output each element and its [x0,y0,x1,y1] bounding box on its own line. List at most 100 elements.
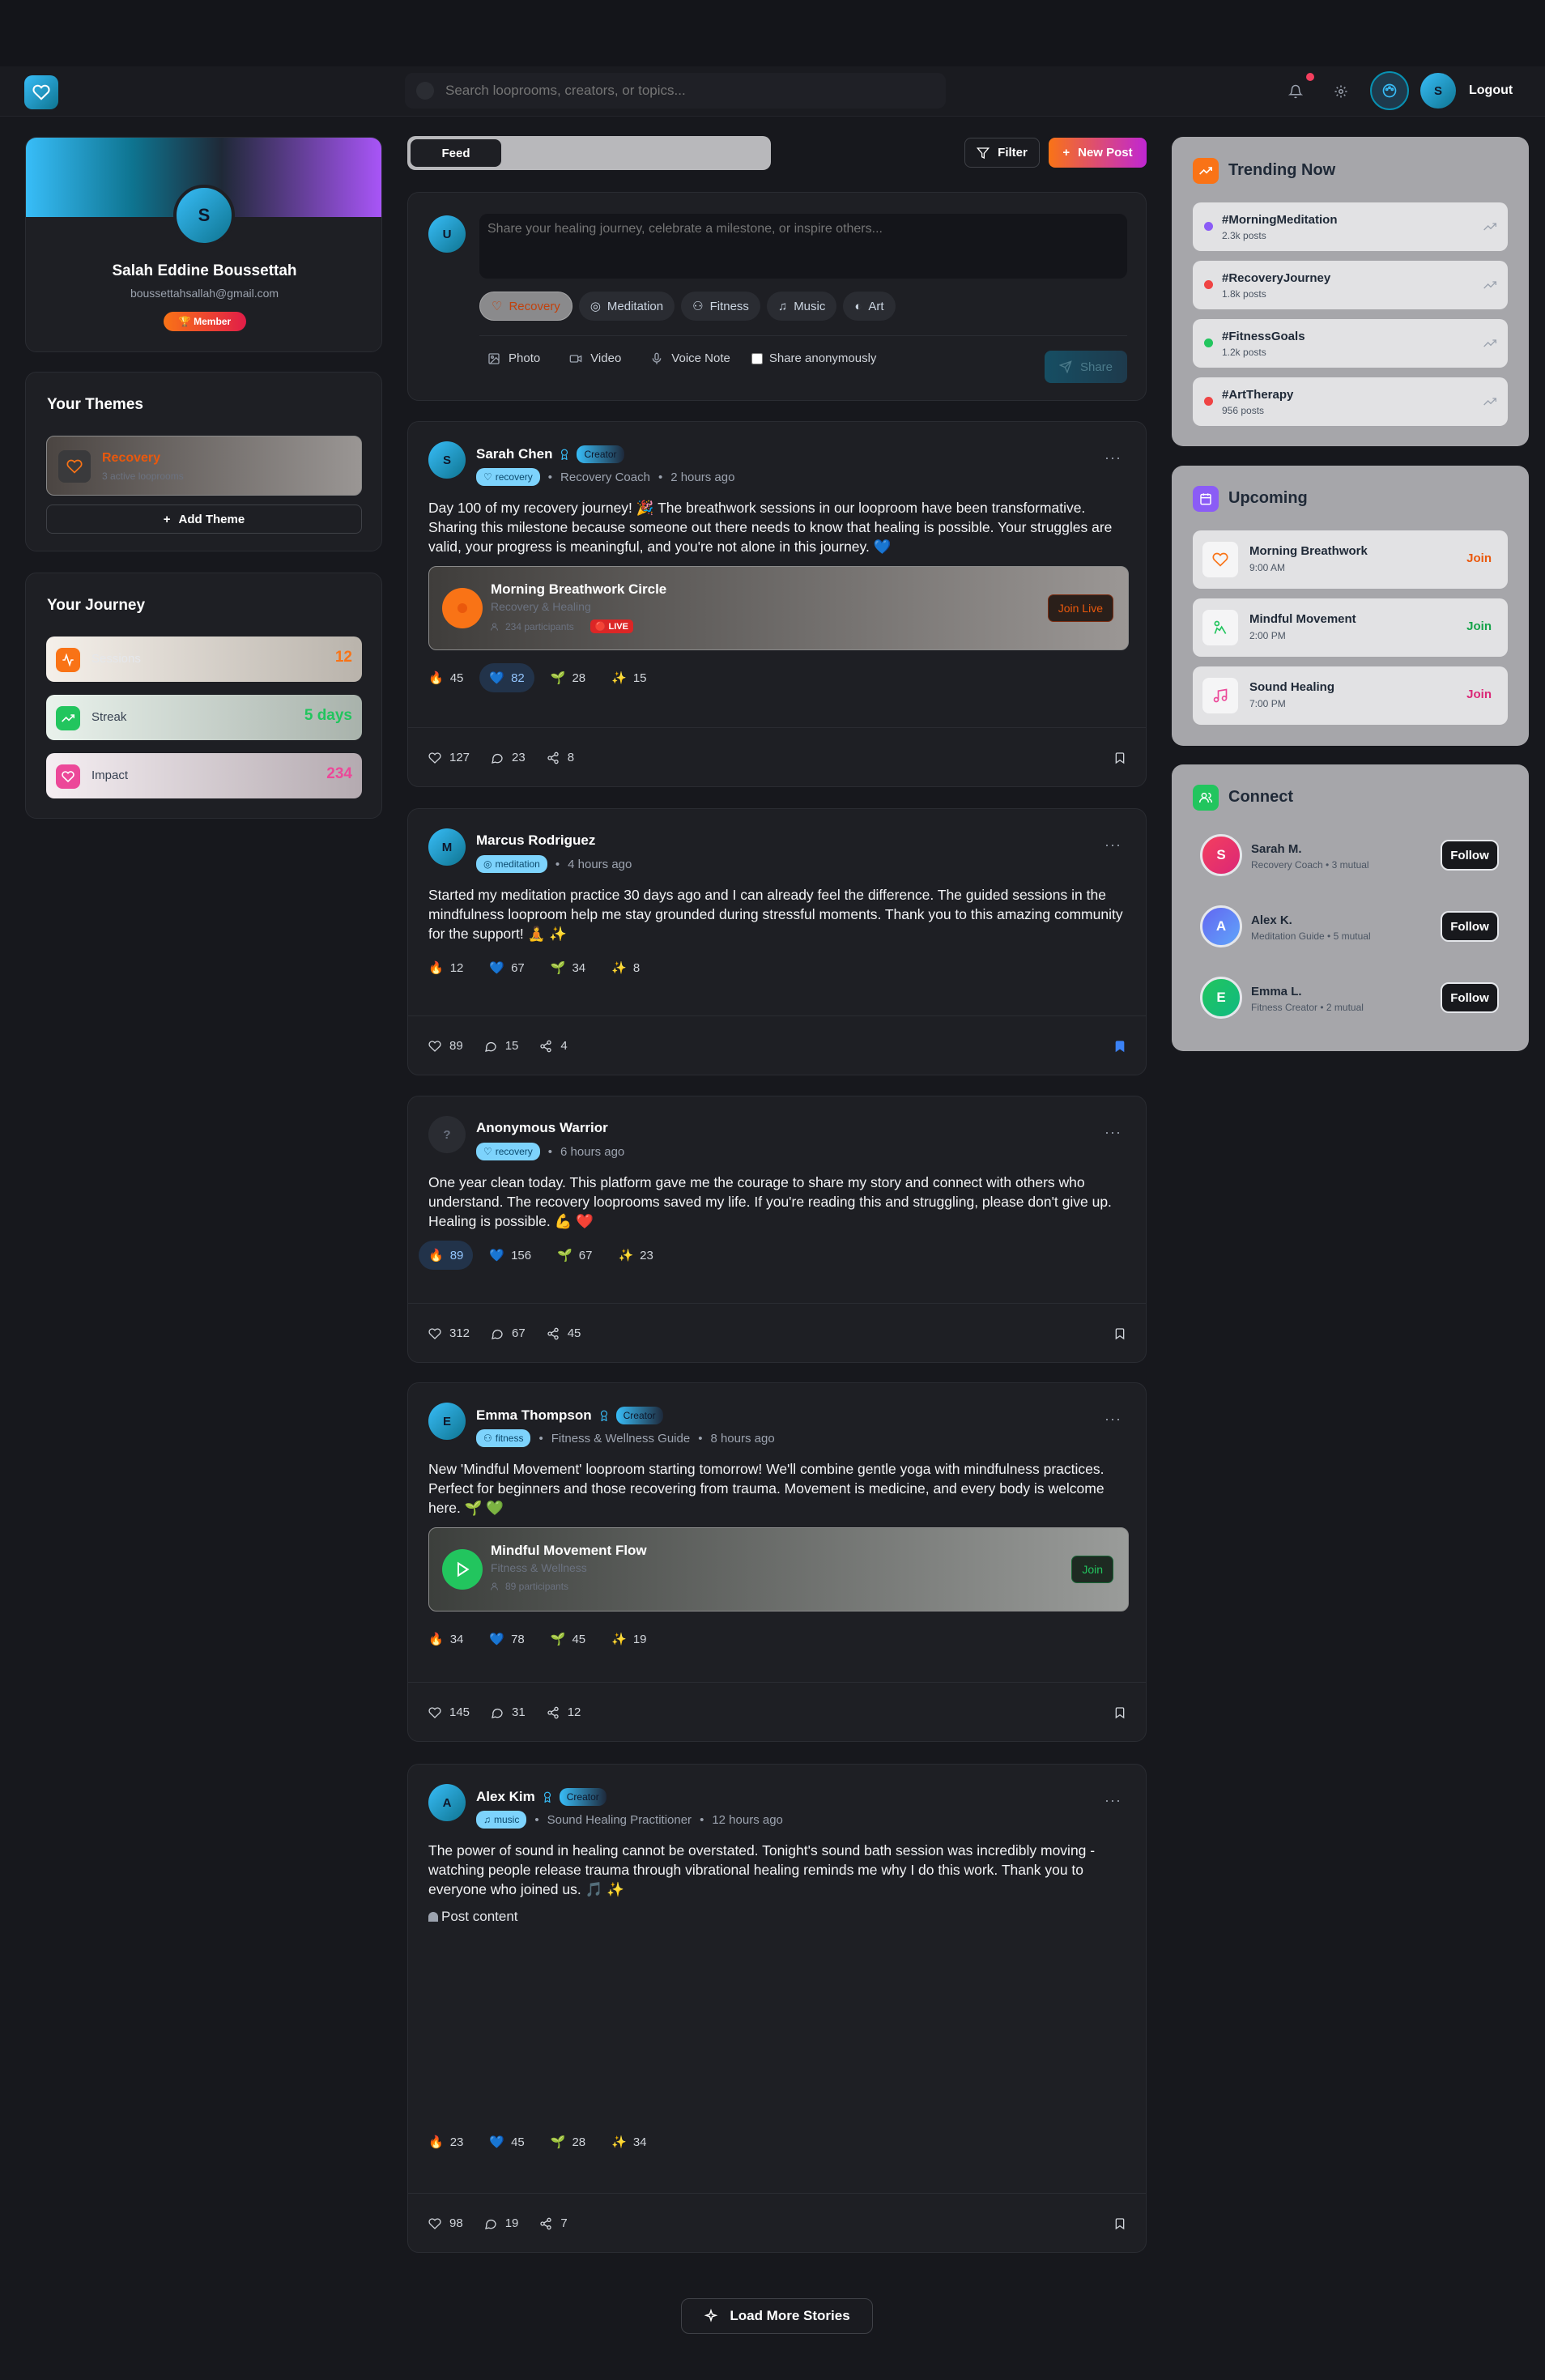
reaction-button[interactable]: 💙 67 [479,953,534,982]
reaction-button[interactable]: 🔥 45 [419,663,473,692]
reaction-button[interactable]: 🌱 28 [541,663,595,692]
post-tag[interactable]: ⚇ fitness [476,1429,531,1447]
composer-input[interactable] [479,214,1127,279]
more-options-icon[interactable]: ··· [1104,1124,1122,1141]
post-avatar[interactable]: A [428,1784,466,1821]
comment-button[interactable]: 19 [484,2216,518,2230]
tab-feed[interactable]: Feed [411,139,501,167]
photo-button[interactable]: Photo [487,351,540,365]
reaction-button[interactable]: 🔥 12 [419,953,473,982]
category-chip-recovery[interactable]: ♡ Recovery [479,292,572,321]
user-avatar[interactable]: S [1420,73,1456,109]
load-more-button[interactable]: Load More Stories [681,2298,873,2334]
trending-item[interactable]: #ArtTherapy 956 posts [1193,377,1508,426]
post-author[interactable]: Marcus Rodriguez [476,832,595,849]
reaction-button[interactable]: 💙 156 [479,1241,541,1270]
comment-button[interactable]: 15 [484,1039,518,1053]
post-tag[interactable]: ◎ meditation [476,855,547,873]
share-post-button[interactable]: 4 [539,1039,568,1053]
comment-button[interactable]: 31 [491,1705,526,1719]
reaction-button[interactable]: 🔥 89 [419,1241,474,1270]
notifications-button[interactable] [1282,73,1314,105]
reaction-button[interactable]: 🌱 45 [541,1624,595,1654]
theme-item-recovery[interactable]: Recovery 3 active looprooms [46,436,362,496]
share-post-button[interactable]: 12 [547,1705,581,1719]
bookmark-icon[interactable] [1113,1706,1126,1719]
reaction-button[interactable]: 💙 45 [479,2127,534,2156]
more-options-icon[interactable]: ··· [1104,1411,1122,1428]
reaction-button[interactable]: ✨ 23 [608,1241,662,1270]
connect-name[interactable]: Sarah M. [1251,842,1302,856]
reaction-button[interactable]: 🔥 34 [419,1624,473,1654]
theme-button[interactable] [1370,71,1409,110]
post-tag[interactable]: ♫ music [476,1811,527,1829]
trending-item[interactable]: #FitnessGoals 1.2k posts [1193,319,1508,368]
category-chip-art[interactable]: ◐ Art [843,292,896,321]
post-author[interactable]: Sarah Chen [476,446,552,462]
reaction-button[interactable]: 🌱 34 [541,953,595,982]
reaction-button[interactable]: 🌱 67 [547,1241,602,1270]
follow-button[interactable]: Follow [1441,911,1499,942]
join-looproom-button[interactable]: Join [1071,1556,1113,1583]
category-chip-meditation[interactable]: ◎ Meditation [578,292,675,321]
reaction-button[interactable]: 💙 78 [479,1624,534,1654]
like-button[interactable]: 98 [428,2216,463,2230]
post-author[interactable]: Emma Thompson [476,1407,592,1424]
comment-button[interactable]: 23 [491,751,526,764]
new-post-button[interactable]: + New Post [1049,138,1147,168]
bookmark-icon[interactable] [1113,1327,1126,1340]
more-options-icon[interactable]: ··· [1104,837,1122,854]
post-avatar[interactable]: S [428,441,466,479]
share-button[interactable]: Share [1045,351,1127,383]
video-button[interactable]: Video [569,351,621,365]
trending-item[interactable]: #RecoveryJourney 1.8k posts [1193,261,1508,309]
post-tag[interactable]: ♡ recovery [476,1143,540,1160]
bookmark-icon[interactable] [1113,2217,1126,2230]
search-input[interactable] [445,83,899,99]
like-button[interactable]: 89 [428,1039,463,1053]
reaction-button[interactable]: ✨ 34 [602,2127,656,2156]
share-post-button[interactable]: 45 [547,1326,581,1340]
reaction-button[interactable]: 💙 82 [479,663,534,692]
bookmark-icon[interactable] [1113,1040,1126,1053]
post-avatar[interactable]: ? [428,1116,466,1153]
post-avatar[interactable]: M [428,828,466,866]
voice-note-button[interactable]: Voice Note [650,351,730,365]
follow-button[interactable]: Follow [1441,840,1499,871]
post-author[interactable]: Anonymous Warrior [476,1120,608,1136]
filter-button[interactable]: Filter [964,138,1040,168]
search-bar[interactable] [405,73,946,109]
share-post-button[interactable]: 8 [547,751,574,764]
reaction-button[interactable]: 🌱 28 [541,2127,595,2156]
connect-name[interactable]: Alex K. [1251,913,1292,927]
more-options-icon[interactable]: ··· [1104,1792,1122,1809]
join-button[interactable]: Join [1466,619,1492,633]
post-tag[interactable]: ♡ recovery [476,468,540,486]
join-button[interactable]: Join [1466,551,1492,565]
share-post-button[interactable]: 7 [539,2216,568,2230]
app-logo[interactable] [24,75,58,109]
reaction-button[interactable]: 🔥 23 [419,2127,473,2156]
post-avatar[interactable]: E [428,1403,466,1440]
comment-button[interactable]: 67 [491,1326,526,1340]
more-options-icon[interactable]: ··· [1104,449,1122,466]
trending-item[interactable]: #MorningMeditation 2.3k posts [1193,202,1508,251]
bookmark-icon[interactable] [1113,751,1126,764]
reaction-button[interactable]: ✨ 8 [602,953,649,982]
looproom-card[interactable]: Morning Breathwork Circle Recovery & Hea… [428,566,1129,650]
anonymous-checkbox[interactable] [751,352,763,364]
category-chip-music[interactable]: ♫ Music [766,292,837,321]
post-author[interactable]: Alex Kim [476,1789,535,1805]
connect-avatar[interactable]: E [1200,977,1242,1019]
reaction-button[interactable]: ✨ 19 [602,1624,656,1654]
post-image[interactable]: Post content [428,1909,1129,2127]
logout-button[interactable]: Logout [1469,79,1513,102]
like-button[interactable]: 312 [428,1326,470,1340]
reaction-button[interactable]: ✨ 15 [602,663,656,692]
connect-avatar[interactable]: A [1200,905,1242,947]
like-button[interactable]: 145 [428,1705,470,1719]
profile-avatar[interactable]: S [173,185,235,246]
add-theme-button[interactable]: + Add Theme [46,505,362,534]
join-button[interactable]: Join [1466,688,1492,701]
join-looproom-button[interactable]: Join Live [1047,594,1113,622]
